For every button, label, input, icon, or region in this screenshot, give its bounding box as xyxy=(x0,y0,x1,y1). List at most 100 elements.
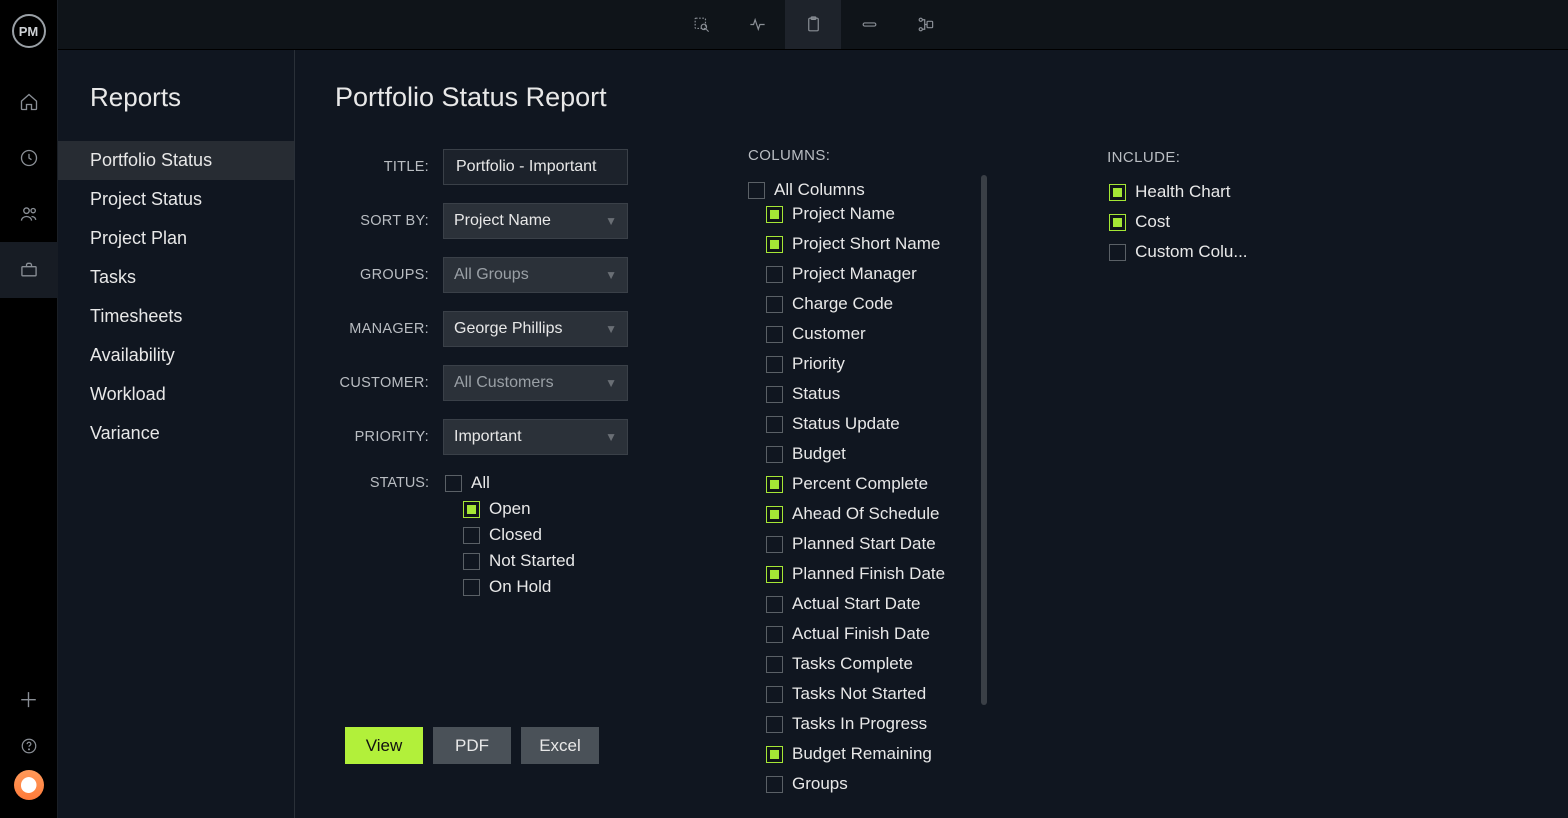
report-item-timesheets[interactable]: Timesheets xyxy=(58,297,294,336)
include-option-cost[interactable]: Cost xyxy=(1109,212,1247,232)
nav-briefcase-icon[interactable] xyxy=(0,242,58,298)
status-label: STATUS: xyxy=(335,473,443,491)
checkbox-icon xyxy=(766,566,783,583)
column-option-priority[interactable]: Priority xyxy=(766,354,945,374)
groups-select[interactable]: All Groups▼ xyxy=(443,257,628,293)
status-option-closed[interactable]: Closed xyxy=(463,525,575,545)
include-header: INCLUDE: xyxy=(1107,149,1247,166)
checkbox-icon xyxy=(463,527,480,544)
column-option-actual-finish-date[interactable]: Actual Finish Date xyxy=(766,624,945,644)
column-option-ahead-of-schedule[interactable]: Ahead Of Schedule xyxy=(766,504,945,524)
column-option-percent-complete[interactable]: Percent Complete xyxy=(766,474,945,494)
user-avatar[interactable] xyxy=(14,770,44,800)
pdf-button[interactable]: PDF xyxy=(433,727,511,764)
title-label: TITLE: xyxy=(335,159,443,175)
checkbox-icon xyxy=(766,386,783,403)
sort-select[interactable]: Project Name▼ xyxy=(443,203,628,239)
checkbox-icon xyxy=(766,356,783,373)
checkbox-icon xyxy=(766,206,783,223)
column-option-actual-start-date[interactable]: Actual Start Date xyxy=(766,594,945,614)
include-option-custom-colu-[interactable]: Custom Colu... xyxy=(1109,242,1247,262)
report-item-availability[interactable]: Availability xyxy=(58,336,294,375)
columns-section: COLUMNS: All Columns Project Name Project… xyxy=(748,147,987,798)
status-option-all[interactable]: All xyxy=(445,473,575,493)
manager-select[interactable]: George Phillips▼ xyxy=(443,311,628,347)
column-option-status[interactable]: Status xyxy=(766,384,945,404)
customer-select[interactable]: All Customers▼ xyxy=(443,365,628,401)
column-option-planned-start-date[interactable]: Planned Start Date xyxy=(766,534,945,554)
app-logo: PM xyxy=(12,14,46,48)
column-option-customer[interactable]: Customer xyxy=(766,324,945,344)
include-section: INCLUDE: Health Chart Cost Custom Colu... xyxy=(1107,149,1247,266)
checkbox-icon xyxy=(766,686,783,703)
topbar xyxy=(58,0,1568,50)
nav-add-icon[interactable]: ＋ xyxy=(0,674,58,722)
reports-title: Reports xyxy=(58,82,294,141)
checkbox-icon xyxy=(463,579,480,596)
top-search-icon[interactable] xyxy=(673,0,729,49)
checkbox-icon xyxy=(766,236,783,253)
checkbox-icon xyxy=(1109,214,1126,231)
column-option-tasks-not-started[interactable]: Tasks Not Started xyxy=(766,684,945,704)
checkbox-icon xyxy=(766,776,783,793)
columns-header: COLUMNS: xyxy=(748,147,945,164)
checkbox-icon xyxy=(766,446,783,463)
column-option-project-name[interactable]: Project Name xyxy=(766,204,945,224)
column-option-budget[interactable]: Budget xyxy=(766,444,945,464)
title-input[interactable] xyxy=(443,149,628,185)
column-option-project-short-name[interactable]: Project Short Name xyxy=(766,234,945,254)
checkbox-icon xyxy=(766,746,783,763)
status-option-open[interactable]: Open xyxy=(463,499,575,519)
top-attach-icon[interactable] xyxy=(841,0,897,49)
checkbox-icon xyxy=(463,501,480,518)
status-option-not-started[interactable]: Not Started xyxy=(463,551,575,571)
status-option-on-hold[interactable]: On Hold xyxy=(463,577,575,597)
nav-time-icon[interactable] xyxy=(0,130,58,186)
checkbox-icon xyxy=(766,596,783,613)
icon-rail: PM ＋ xyxy=(0,0,58,818)
report-item-tasks[interactable]: Tasks xyxy=(58,258,294,297)
top-flow-icon[interactable] xyxy=(897,0,953,49)
checkbox-icon xyxy=(1109,184,1126,201)
checkbox-icon xyxy=(766,266,783,283)
include-option-health-chart[interactable]: Health Chart xyxy=(1109,182,1247,202)
checkbox-icon xyxy=(445,475,462,492)
columns-scrollbar[interactable] xyxy=(981,175,987,798)
sort-label: SORT BY: xyxy=(335,213,443,229)
column-option-status-update[interactable]: Status Update xyxy=(766,414,945,434)
checkbox-icon xyxy=(766,626,783,643)
column-option-tasks-in-progress[interactable]: Tasks In Progress xyxy=(766,714,945,734)
checkbox-icon xyxy=(766,536,783,553)
checkbox-icon xyxy=(766,506,783,523)
view-button[interactable]: View xyxy=(345,727,423,764)
column-option-project-manager[interactable]: Project Manager xyxy=(766,264,945,284)
customer-label: CUSTOMER: xyxy=(335,375,443,391)
groups-label: GROUPS: xyxy=(335,267,443,283)
checkbox-icon xyxy=(463,553,480,570)
report-config: Portfolio Status Report TITLE: SORT BY: … xyxy=(295,50,1568,818)
checkbox-icon xyxy=(766,296,783,313)
priority-select[interactable]: Important▼ xyxy=(443,419,628,455)
column-option-charge-code[interactable]: Charge Code xyxy=(766,294,945,314)
page-title: Portfolio Status Report xyxy=(335,82,1528,113)
report-item-workload[interactable]: Workload xyxy=(58,375,294,414)
nav-home-icon[interactable] xyxy=(0,74,58,130)
column-option-tasks-complete[interactable]: Tasks Complete xyxy=(766,654,945,674)
report-item-portfolio-status[interactable]: Portfolio Status xyxy=(58,141,294,180)
column-option-groups[interactable]: Groups xyxy=(766,774,945,794)
manager-label: MANAGER: xyxy=(335,321,443,337)
all-columns-checkbox[interactable]: All Columns xyxy=(748,180,945,200)
report-item-variance[interactable]: Variance xyxy=(58,414,294,453)
top-clipboard-icon[interactable] xyxy=(785,0,841,49)
checkbox-icon xyxy=(766,656,783,673)
form-column: TITLE: SORT BY: Project Name▼ GROUPS: Al… xyxy=(335,149,628,764)
report-item-project-status[interactable]: Project Status xyxy=(58,180,294,219)
column-option-budget-remaining[interactable]: Budget Remaining xyxy=(766,744,945,764)
excel-button[interactable]: Excel xyxy=(521,727,599,764)
nav-help-icon[interactable] xyxy=(0,722,58,770)
report-item-project-plan[interactable]: Project Plan xyxy=(58,219,294,258)
column-option-planned-finish-date[interactable]: Planned Finish Date xyxy=(766,564,945,584)
top-activity-icon[interactable] xyxy=(729,0,785,49)
checkbox-icon xyxy=(766,326,783,343)
nav-people-icon[interactable] xyxy=(0,186,58,242)
